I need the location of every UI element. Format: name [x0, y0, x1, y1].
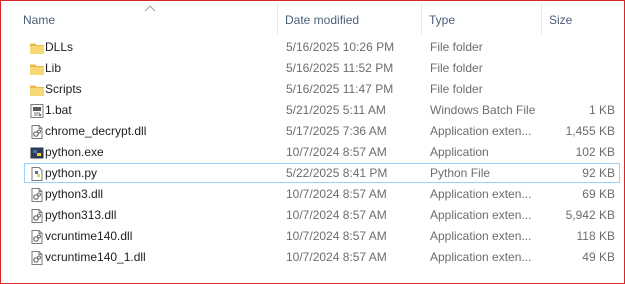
- file-name: vcruntime140.dll: [45, 229, 133, 243]
- file-type: File folder: [430, 40, 483, 54]
- file-name: DLLs: [45, 40, 74, 54]
- file-name: vcruntime140_1.dll: [45, 250, 146, 264]
- file-size: 92 KB: [582, 166, 615, 180]
- file-date-modified: 10/7/2024 8:57 AM: [286, 229, 387, 243]
- column-header-date-modified[interactable]: Date modified: [285, 12, 359, 28]
- file-date-modified: 5/17/2025 7:36 AM: [286, 124, 387, 138]
- file-type: Application exten...: [430, 250, 532, 264]
- file-name: python.py: [45, 166, 98, 180]
- python-exe-icon: [29, 145, 45, 161]
- folder-icon: [29, 82, 45, 98]
- dll-file-icon: [29, 187, 45, 203]
- file-name: python313.dll: [45, 208, 117, 222]
- dll-file-icon: [29, 124, 45, 140]
- file-type: File folder: [430, 82, 483, 96]
- file-name: python3.dll: [45, 187, 104, 201]
- file-date-modified: 10/7/2024 8:57 AM: [286, 208, 387, 222]
- file-date-modified: 10/7/2024 8:57 AM: [286, 145, 387, 159]
- column-header-type[interactable]: Type: [429, 12, 455, 28]
- file-row[interactable]: DLLs 5/16/2025 10:26 PM File folder: [24, 37, 620, 57]
- file-size: 49 KB: [582, 250, 615, 264]
- file-size: [545, 59, 615, 79]
- file-date-modified: 10/7/2024 8:57 AM: [286, 187, 387, 201]
- file-size: 69 KB: [582, 187, 615, 201]
- file-date-modified: 5/16/2025 11:47 PM: [286, 82, 394, 96]
- file-size: [545, 80, 615, 100]
- file-type: Application exten...: [430, 187, 532, 201]
- file-row[interactable]: vcruntime140_1.dll 10/7/2024 8:57 AM Appli…: [24, 247, 620, 267]
- file-explorer-window: Name Date modified Type Size DLLs 5/16/20…: [0, 0, 625, 284]
- file-row[interactable]: python313.dll 10/7/2024 8:57 AM Applicatio…: [24, 205, 620, 225]
- file-row[interactable]: Scripts 5/16/2025 11:47 PM File folder: [24, 79, 620, 99]
- file-date-modified: 5/16/2025 10:26 PM: [286, 40, 395, 54]
- dll-file-icon: [29, 208, 45, 224]
- python-file-icon: [29, 166, 45, 182]
- file-row[interactable]: vcruntime140.dll 10/7/2024 8:57 AM Applica…: [24, 226, 620, 246]
- column-divider[interactable]: [277, 4, 278, 34]
- file-size: 5,942 KB: [565, 208, 615, 222]
- column-divider[interactable]: [541, 4, 542, 34]
- file-type: Application exten...: [430, 124, 532, 138]
- batch-file-icon: [29, 103, 45, 119]
- column-header-name[interactable]: Name: [23, 12, 55, 28]
- dll-file-icon: [29, 250, 45, 266]
- file-name: python.exe: [45, 145, 104, 159]
- file-date-modified: 5/16/2025 11:52 PM: [286, 61, 394, 75]
- file-size: 1 KB: [588, 103, 615, 117]
- file-date-modified: 10/7/2024 8:57 AM: [286, 250, 387, 264]
- file-date-modified: 5/22/2025 8:41 PM: [286, 166, 388, 180]
- file-size: 118 KB: [576, 229, 615, 243]
- column-header-size[interactable]: Size: [549, 12, 572, 28]
- file-type: Application: [430, 145, 489, 159]
- file-type: Windows Batch File: [430, 103, 536, 117]
- column-divider[interactable]: [421, 4, 422, 34]
- file-name: Scripts: [45, 82, 82, 96]
- file-name: Lib: [45, 61, 62, 75]
- sort-ascending-icon: [144, 5, 156, 12]
- dll-file-icon: [29, 229, 45, 245]
- file-row[interactable]: 1.bat 5/21/2025 5:11 AM Windows Batch File…: [24, 100, 620, 120]
- file-name: 1.bat: [45, 103, 72, 117]
- file-type: Application exten...: [430, 229, 532, 243]
- file-type: File folder: [430, 61, 483, 75]
- file-row[interactable]: Lib 5/16/2025 11:52 PM File folder: [24, 58, 620, 78]
- file-size: 102 KB: [575, 145, 615, 159]
- column-header-bar: Name Date modified Type Size: [2, 2, 622, 36]
- file-row[interactable]: chrome_decrypt.dll 5/17/2025 7:36 AM Appli…: [24, 121, 620, 141]
- folder-icon: [29, 61, 45, 77]
- file-size: 1,455 KB: [565, 124, 615, 138]
- file-row[interactable]: python.py 5/22/2025 8:41 PM Python File 92 …: [24, 163, 620, 183]
- file-size: [545, 38, 615, 58]
- file-name: chrome_decrypt.dll: [45, 124, 147, 138]
- folder-icon: [29, 40, 45, 56]
- file-type: Application exten...: [430, 208, 532, 222]
- file-type: Python File: [430, 166, 491, 180]
- file-row[interactable]: python.exe 10/7/2024 8:57 AM Application 10…: [24, 142, 620, 162]
- file-row[interactable]: python3.dll 10/7/2024 8:57 AM Application …: [24, 184, 620, 204]
- file-date-modified: 5/21/2025 5:11 AM: [286, 103, 386, 117]
